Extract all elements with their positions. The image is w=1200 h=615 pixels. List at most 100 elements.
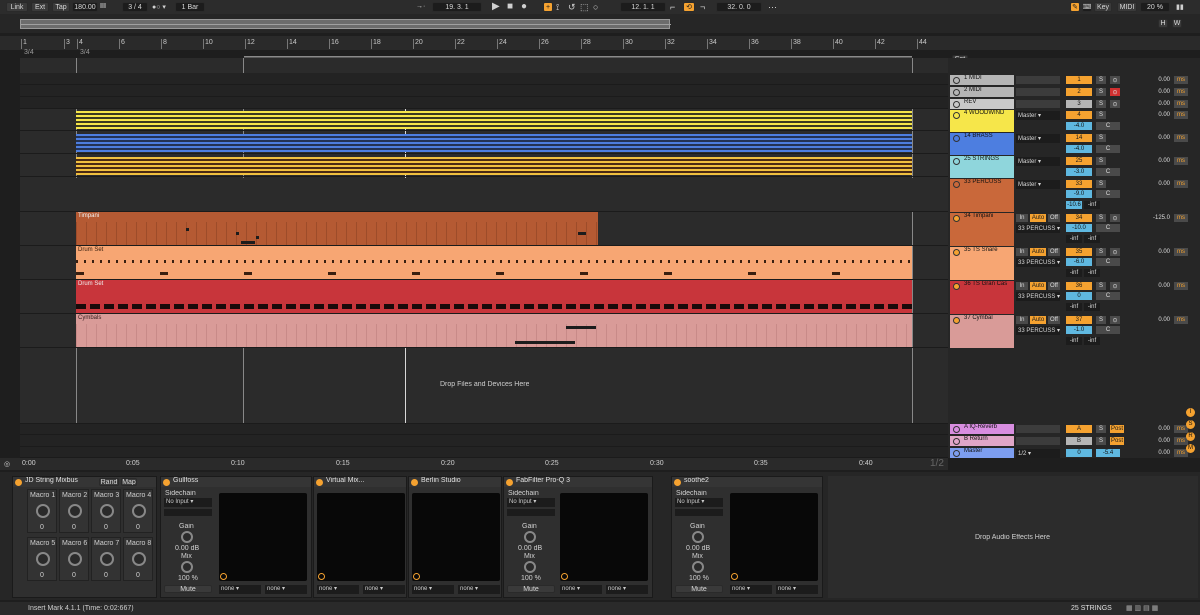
track-lane-return-b[interactable] bbox=[20, 435, 948, 447]
track-volume[interactable]: 0.00 bbox=[1140, 134, 1170, 142]
plugin-virtual-mix[interactable]: Virtual Mix... none ▾ none ▾ bbox=[313, 476, 407, 598]
punch-in-icon[interactable]: ⌐ bbox=[670, 2, 675, 12]
track-delay-unit[interactable]: ms bbox=[1174, 88, 1188, 96]
gain-knob[interactable] bbox=[692, 531, 704, 543]
brass-clip[interactable] bbox=[76, 134, 912, 152]
arm-button[interactable]: ⊙ bbox=[1110, 76, 1120, 84]
track-lane-1-midi[interactable] bbox=[20, 73, 948, 85]
punch-out-icon[interactable]: ¬ bbox=[700, 2, 705, 12]
tempo-nudge-icons[interactable]: ⦀⦀ bbox=[100, 3, 106, 11]
plugin-berlin-studio[interactable]: Berlin Studio none ▾ none ▾ bbox=[408, 476, 502, 598]
map-button[interactable]: Map bbox=[121, 478, 137, 486]
macro-knob-6[interactable]: Macro 6 0 bbox=[59, 537, 89, 581]
monitor-in-button[interactable]: In bbox=[1016, 214, 1028, 222]
gain-knob[interactable] bbox=[524, 531, 536, 543]
link-button[interactable]: Link bbox=[6, 2, 28, 12]
monitor-in-button[interactable]: In bbox=[1016, 248, 1028, 256]
plugin-edit-icon[interactable] bbox=[220, 573, 227, 580]
track-activator[interactable]: A bbox=[1066, 425, 1092, 433]
device-title-bar[interactable]: Gullfoss bbox=[161, 477, 311, 487]
cymbals-clip[interactable]: Cymbals bbox=[76, 314, 912, 347]
device-title-bar[interactable]: soothe2 bbox=[672, 477, 822, 487]
sidechain-input-select[interactable]: No Input ▾ bbox=[507, 498, 555, 507]
draw-pencil-icon[interactable]: ✎ bbox=[1070, 2, 1080, 12]
solo-button[interactable]: S bbox=[1096, 248, 1106, 256]
master-output-select[interactable]: 1/2 ▾ bbox=[1016, 449, 1060, 458]
monitor-auto-button[interactable]: Auto bbox=[1030, 282, 1046, 290]
track-lane-brass[interactable] bbox=[20, 132, 948, 154]
output-routing-select[interactable]: Master ▾ bbox=[1016, 157, 1060, 166]
tempo-field[interactable]: 180.00 bbox=[72, 2, 98, 12]
mix-knob[interactable] bbox=[524, 561, 536, 573]
track-header-percuss[interactable]: 33 PERCUSS bbox=[950, 179, 1014, 212]
track-fold-icon[interactable] bbox=[953, 249, 960, 256]
solo-button[interactable]: S bbox=[1096, 76, 1106, 84]
track-header-brass[interactable]: 14 BRASS bbox=[950, 133, 1014, 155]
track-volume[interactable]: 0.00 bbox=[1140, 425, 1170, 433]
output-routing-select[interactable]: 33 PERCUSS ▾ bbox=[1016, 326, 1060, 335]
track-input-slot[interactable] bbox=[1016, 76, 1060, 84]
track-header-snare[interactable]: 35 TS Snare bbox=[950, 247, 1014, 280]
param-select-b[interactable]: none ▾ bbox=[606, 585, 648, 594]
returns-toggle-icon[interactable]: R bbox=[1186, 432, 1195, 441]
output-routing-select[interactable]: 33 PERCUSS ▾ bbox=[1016, 292, 1060, 301]
macro-knob-dial[interactable] bbox=[36, 504, 50, 518]
sidechain-channel-select[interactable] bbox=[675, 509, 723, 516]
midi-map-button[interactable]: MIDI bbox=[1117, 2, 1137, 12]
macro-knob-dial[interactable] bbox=[132, 504, 146, 518]
param-select-a[interactable]: none ▾ bbox=[730, 585, 772, 594]
overdub-icon[interactable]: + bbox=[543, 2, 553, 12]
ext-button[interactable]: Ext bbox=[31, 2, 49, 12]
track-volume[interactable]: 0.00 bbox=[1140, 76, 1170, 84]
hide-track-button[interactable]: H bbox=[1158, 19, 1168, 28]
macro-knob-7[interactable]: Macro 7 0 bbox=[91, 537, 121, 581]
zoom-icon[interactable]: ◎ bbox=[4, 460, 10, 468]
track-lane-2-midi[interactable] bbox=[20, 85, 948, 97]
track-lane-cymbal[interactable]: Cymbals bbox=[20, 314, 948, 348]
solo-button[interactable]: S bbox=[1096, 157, 1106, 165]
track-lane-timpani[interactable]: Timpani bbox=[20, 212, 948, 246]
overview-visible-range[interactable] bbox=[20, 19, 671, 29]
track-delay-unit[interactable]: ms bbox=[1174, 180, 1188, 188]
mute-button[interactable]: Mute bbox=[675, 585, 723, 593]
macro-knob-dial[interactable] bbox=[68, 504, 82, 518]
monitor-auto-button[interactable]: Auto bbox=[1030, 214, 1046, 222]
track-input-slot[interactable] bbox=[1016, 88, 1060, 96]
metronome-icon[interactable]: ●○ ▾ bbox=[152, 3, 166, 11]
track-fold-icon[interactable] bbox=[953, 438, 960, 445]
track-input-slot[interactable] bbox=[1016, 425, 1060, 433]
group-fold-icon[interactable] bbox=[953, 181, 960, 188]
track-lane-master[interactable] bbox=[20, 447, 948, 458]
monitor-off-button[interactable]: Off bbox=[1048, 214, 1060, 222]
param-select-a[interactable]: none ▾ bbox=[412, 585, 454, 594]
param-select-b[interactable]: none ▾ bbox=[458, 585, 500, 594]
mixer-toggle-icon[interactable]: M bbox=[1186, 444, 1195, 453]
plugin-edit-icon[interactable] bbox=[413, 573, 420, 580]
track-volume[interactable]: 0.00 bbox=[1140, 88, 1170, 96]
track-volume-field[interactable]: 0 bbox=[1066, 292, 1092, 300]
track-delay-unit[interactable]: ms bbox=[1174, 134, 1188, 142]
solo-button[interactable]: S bbox=[1096, 316, 1106, 324]
mute-button[interactable]: Mute bbox=[164, 585, 212, 593]
track-header-cymbal[interactable]: 37 Cymbal bbox=[950, 315, 1014, 348]
macro-knob-5[interactable]: Macro 5 0 bbox=[27, 537, 57, 581]
pan-field[interactable]: C bbox=[1096, 190, 1120, 198]
solo-button[interactable]: S bbox=[1096, 214, 1106, 222]
track-volume-field[interactable]: -4.0 bbox=[1066, 122, 1092, 130]
track-lane-woodwind[interactable] bbox=[20, 109, 948, 131]
re-enable-automation-icon[interactable]: ↺ bbox=[568, 2, 576, 13]
track-header-return-a[interactable]: A IQ-Reverb bbox=[950, 424, 1014, 434]
monitor-auto-button[interactable]: Auto bbox=[1030, 316, 1046, 324]
quantize-menu[interactable]: 1 Bar bbox=[175, 2, 205, 12]
track-delay-unit[interactable]: ms bbox=[1174, 214, 1188, 222]
track-input-slot[interactable] bbox=[1016, 437, 1060, 445]
follow-icon[interactable]: →· bbox=[416, 3, 425, 10]
track-activator[interactable]: 3 bbox=[1066, 100, 1092, 108]
track-header-woodwind[interactable]: 4 WOODWIND bbox=[950, 110, 1014, 132]
drum-set-clip[interactable]: Drum Set bbox=[76, 280, 912, 313]
track-delay-unit[interactable]: ms bbox=[1174, 157, 1188, 165]
track-delay-unit[interactable]: ms bbox=[1174, 248, 1188, 256]
track-lane-snare[interactable]: Drum Set bbox=[20, 246, 948, 280]
plugin-display[interactable] bbox=[412, 493, 500, 581]
track-activator[interactable]: 25 bbox=[1066, 157, 1092, 165]
